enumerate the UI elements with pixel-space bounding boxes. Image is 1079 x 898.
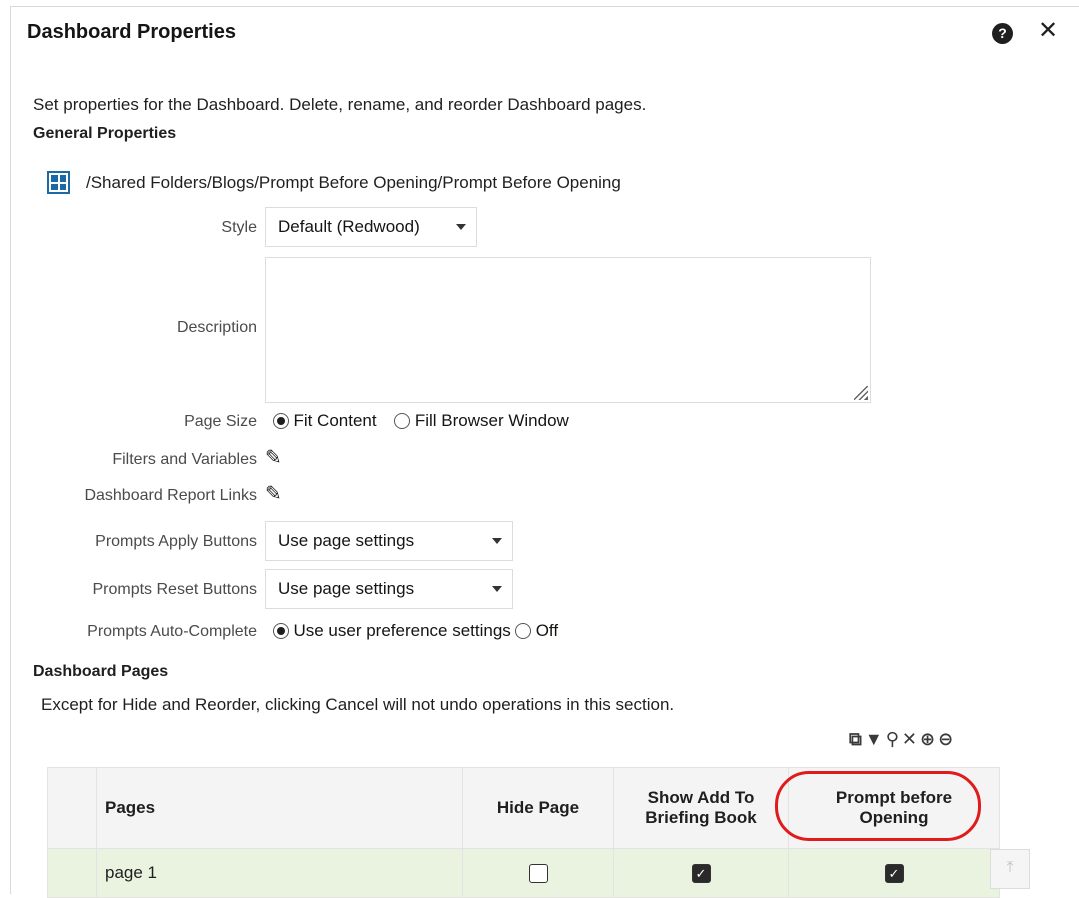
dialog-title: Dashboard Properties: [27, 21, 236, 43]
page-size-options: Fit Content Fill Browser Window: [273, 411, 569, 431]
close-icon[interactable]: ✕: [1038, 19, 1058, 43]
page-size-label: Page Size: [184, 413, 257, 430]
prompts-reset-value: Use page settings: [278, 579, 415, 598]
help-icon[interactable]: ?: [992, 23, 1013, 44]
resize-grip-icon[interactable]: [854, 386, 868, 400]
user-preference-radio[interactable]: [273, 623, 289, 639]
intro-text: Set properties for the Dashboard. Delete…: [33, 95, 647, 114]
dashboard-properties-dialog: Dashboard Properties ? ✕ Set properties …: [10, 6, 1079, 898]
prompts-reset-select[interactable]: Use page settings: [265, 569, 513, 609]
off-label: Off: [535, 621, 559, 640]
page-name-cell: page 1: [96, 848, 463, 898]
key-icon[interactable]: ⚲: [886, 729, 902, 749]
edit-report-links-pencil-icon[interactable]: ✎: [265, 481, 282, 506]
prompts-apply-label: Prompts Apply Buttons: [95, 533, 257, 550]
prompt-before-opening-cell: ✓: [788, 848, 1000, 898]
chevron-down-icon: [492, 586, 502, 592]
lock-icon[interactable]: ⊕: [920, 729, 938, 749]
chevron-down-icon: [456, 224, 466, 230]
unlock-icon[interactable]: ⊖: [938, 729, 956, 749]
filters-variables-label: Filters and Variables: [112, 451, 257, 468]
description-textarea[interactable]: [265, 257, 871, 403]
rename-icon[interactable]: ⧉: [849, 729, 865, 749]
prompts-reset-label: Prompts Reset Buttons: [92, 581, 257, 598]
fill-browser-label: Fill Browser Window: [414, 411, 569, 430]
filter-icon[interactable]: ▼: [865, 729, 886, 749]
fit-content-radio[interactable]: [273, 413, 289, 429]
briefing-book-checkbox[interactable]: ✓: [691, 864, 711, 883]
style-select[interactable]: Default (Redwood): [265, 207, 477, 247]
briefing-book-cell: ✓: [613, 848, 789, 898]
row-selector-cell[interactable]: [47, 848, 97, 898]
dashboard-path: /Shared Folders/Blogs/Prompt Before Open…: [86, 173, 621, 192]
dashboard-icon: [47, 171, 70, 194]
autocomplete-label: Prompts Auto-Complete: [87, 623, 257, 640]
prompt-before-opening-checkbox[interactable]: ✓: [884, 864, 904, 883]
hide-page-checkbox[interactable]: [528, 864, 548, 883]
delete-icon[interactable]: ✕: [902, 729, 920, 749]
dashboard-pages-heading: Dashboard Pages: [33, 663, 169, 680]
pages-toolbar: ⧉▼⚲✕⊕⊖: [849, 729, 956, 750]
prompts-apply-value: Use page settings: [278, 531, 415, 550]
table-row[interactable]: page 1 ✓ ✓: [47, 848, 1000, 898]
column-header-pages: Pages: [96, 767, 463, 849]
column-header-briefing-book: Show Add To Briefing Book: [613, 767, 789, 849]
fit-content-label: Fit Content: [293, 411, 377, 430]
prompts-apply-select[interactable]: Use page settings: [265, 521, 513, 561]
column-header-hide-page: Hide Page: [462, 767, 614, 849]
user-preference-label: Use user preference settings: [293, 621, 511, 640]
style-select-value: Default (Redwood): [278, 217, 420, 236]
style-label: Style: [221, 219, 257, 236]
pages-note: Except for Hide and Reorder, clicking Ca…: [41, 695, 675, 714]
move-to-top-icon[interactable]: ⤒: [990, 849, 1030, 889]
edit-filters-pencil-icon[interactable]: ✎: [265, 445, 282, 470]
report-links-label: Dashboard Report Links: [84, 487, 257, 504]
off-radio[interactable]: [515, 623, 532, 639]
autocomplete-options: Use user preference settings Off: [273, 621, 558, 641]
general-properties-heading: General Properties: [33, 125, 177, 142]
annotation-circle: [775, 771, 981, 841]
row-selector-header: [47, 767, 97, 849]
fill-browser-radio[interactable]: [394, 413, 411, 429]
chevron-down-icon: [492, 538, 502, 544]
hide-page-cell: [462, 848, 614, 898]
description-label: Description: [176, 319, 257, 336]
